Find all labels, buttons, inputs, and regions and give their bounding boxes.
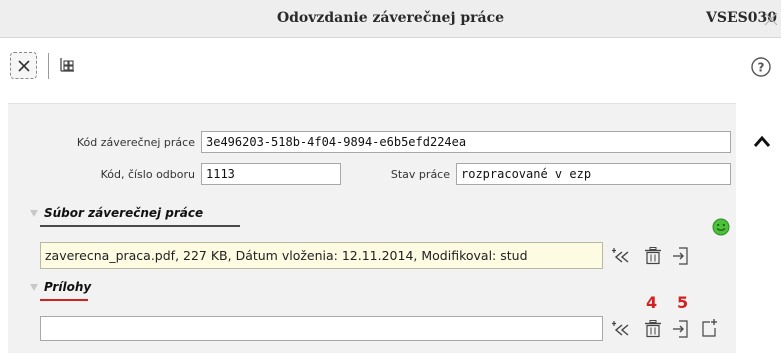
attachments-section-underline — [40, 299, 88, 301]
thesis-file-field[interactable]: zaverecna_praca.pdf, 227 KB, Dátum vlože… — [40, 242, 603, 269]
status-field[interactable]: rozpracované v ezp — [456, 163, 731, 185]
dept-code-label: Kód, číslo odboru — [100, 168, 195, 181]
close-box-icon — [18, 60, 30, 72]
status-label: Stav práce — [390, 168, 450, 181]
file-section-underline — [40, 225, 240, 227]
hierarchy-icon[interactable] — [58, 56, 76, 74]
window-title: Odovzdanie záverečnej práce — [276, 10, 505, 26]
close-button[interactable] — [10, 52, 37, 79]
toolbar: ? — [0, 39, 781, 97]
scrollbar[interactable] — [748, 103, 781, 353]
delete-badge: 4 — [646, 293, 658, 312]
trash-icon[interactable] — [643, 319, 663, 339]
document-export-icon[interactable] — [671, 246, 691, 266]
help-circle-icon[interactable]: ? — [750, 56, 772, 78]
chevron-up-icon[interactable] — [752, 133, 772, 149]
svg-text:?: ? — [758, 61, 765, 75]
toolbar-divider — [48, 53, 49, 79]
file-section-title: Súbor záverečnej práce — [44, 206, 204, 220]
title-bar: Odovzdanie záverečnej práce VSES030 — [0, 0, 781, 38]
trash-icon[interactable] — [643, 246, 663, 266]
green-smiley-icon — [712, 218, 730, 236]
export-badge: 5 — [677, 293, 689, 312]
new-document-icon[interactable] — [699, 318, 719, 338]
attachments-section-title: Prílohy — [44, 280, 92, 294]
thesis-code-field[interactable]: 3e496203-518b-4f04-9894-e6b5efd224ea — [201, 131, 731, 153]
window-close-icon[interactable] — [764, 12, 778, 26]
dept-code-field[interactable]: 1113 — [201, 163, 341, 185]
fetch-arrows-icon[interactable] — [612, 319, 632, 339]
document-export-icon[interactable] — [671, 319, 691, 339]
collapse-triangle-icon[interactable] — [30, 210, 38, 218]
collapse-triangle-icon[interactable] — [30, 284, 38, 292]
attachments-field[interactable] — [40, 316, 603, 341]
fetch-arrows-icon[interactable] — [612, 246, 632, 266]
thesis-code-label: Kód záverečnej práce — [76, 136, 195, 149]
